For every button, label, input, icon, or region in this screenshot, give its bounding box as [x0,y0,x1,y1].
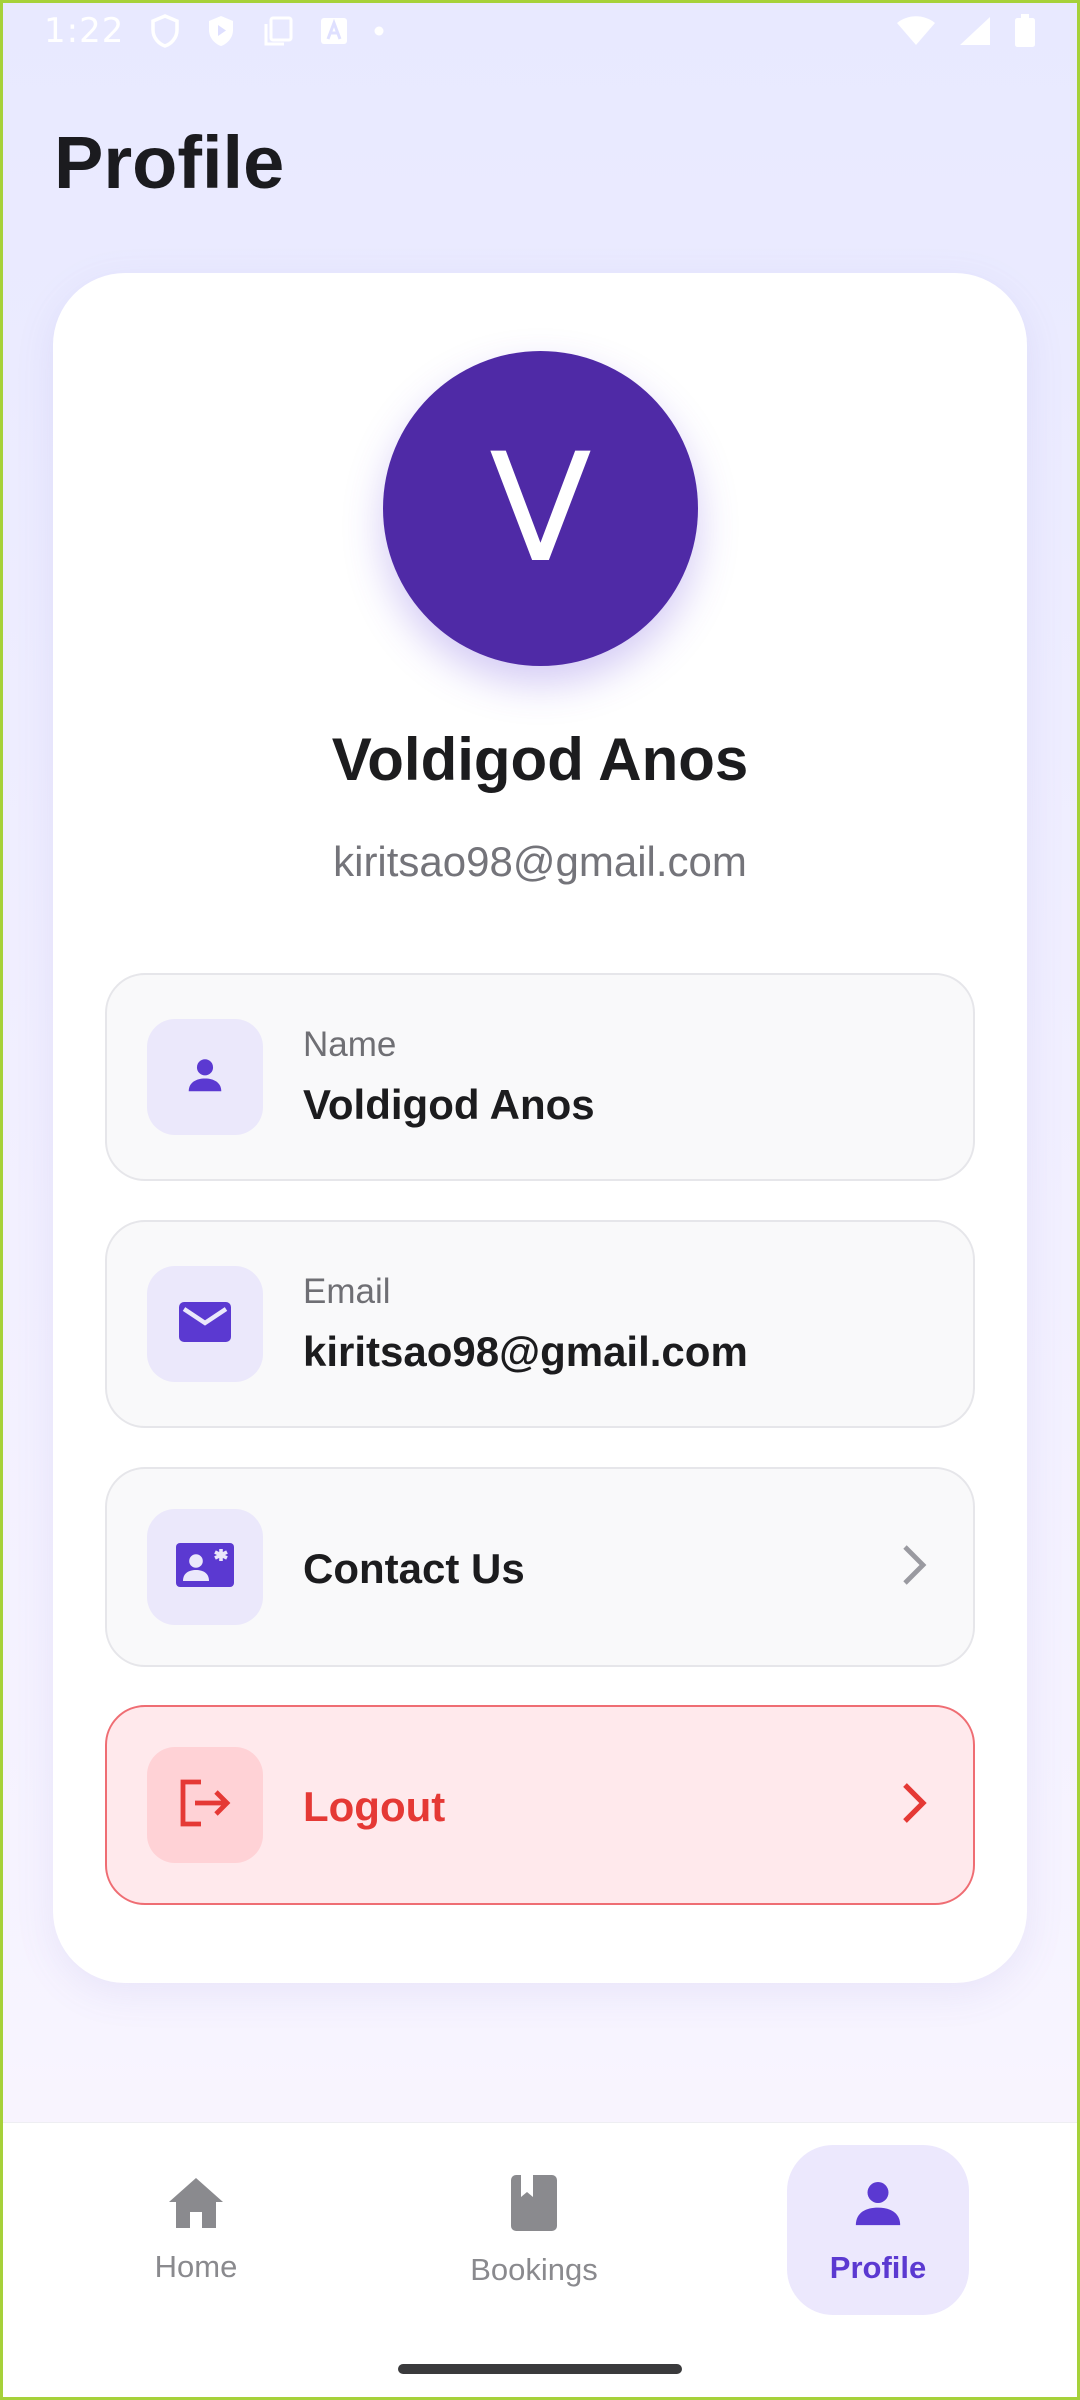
person-icon [182,1052,228,1103]
name-label: Name [303,1025,397,1064]
home-indicator[interactable] [398,2364,682,2374]
name-value: Voldigod Anos [303,1081,595,1128]
contact-card-icon [174,1541,236,1594]
email-icon-tile [147,1266,263,1382]
chevron-right-icon [901,1543,927,1587]
name-info-row: Name Voldigod Anos [105,973,975,1181]
shield-icon [150,14,180,48]
nav-item-bookings[interactable]: Bookings [443,2145,625,2315]
logout-label: Logout [303,1783,446,1830]
profile-name: Voldigod Anos [331,726,749,793]
email-label: Email [303,1272,391,1311]
copy-icon [262,15,294,47]
dot-icon [374,26,384,36]
status-left: 1:22 [44,11,384,51]
name-icon-tile [147,1019,263,1135]
battery-icon [1014,14,1036,48]
contact-us-label: Contact Us [303,1545,525,1592]
wifi-icon [896,15,936,47]
status-time: 1:22 [44,11,125,51]
a-box-icon [320,17,348,45]
signal-icon [958,15,992,47]
nav-label-bookings: Bookings [470,2251,598,2287]
email-value: kiritsao98@gmail.com [303,1328,748,1375]
book-icon [509,2173,559,2238]
profile-card: V Voldigod Anos kiritsao98@gmail.com Nam… [53,273,1027,1983]
status-bar: 1:22 [0,0,1080,62]
logout-button[interactable]: Logout [105,1705,975,1905]
logout-icon-tile [147,1747,263,1863]
nav-label-profile: Profile [829,2249,927,2285]
page-title: Profile [54,121,285,204]
chevron-right-icon [901,1781,927,1825]
bottom-nav: Home Bookings Profile [0,2122,1080,2400]
logout-icon [177,1778,233,1833]
nav-label-home: Home [154,2248,238,2284]
nav-item-home[interactable]: Home [105,2145,287,2315]
mail-icon [177,1299,233,1350]
contact-us-button[interactable]: Contact Us [105,1467,975,1667]
home-icon [167,2176,225,2235]
email-info-row: Email kiritsao98@gmail.com [105,1220,975,1428]
avatar: V [383,351,698,666]
play-protect-icon [206,14,236,48]
person-icon [850,2175,906,2236]
profile-email: kiritsao98@gmail.com [333,838,747,885]
nav-item-profile[interactable]: Profile [787,2145,969,2315]
contact-icon-tile [147,1509,263,1625]
status-right [896,14,1036,48]
